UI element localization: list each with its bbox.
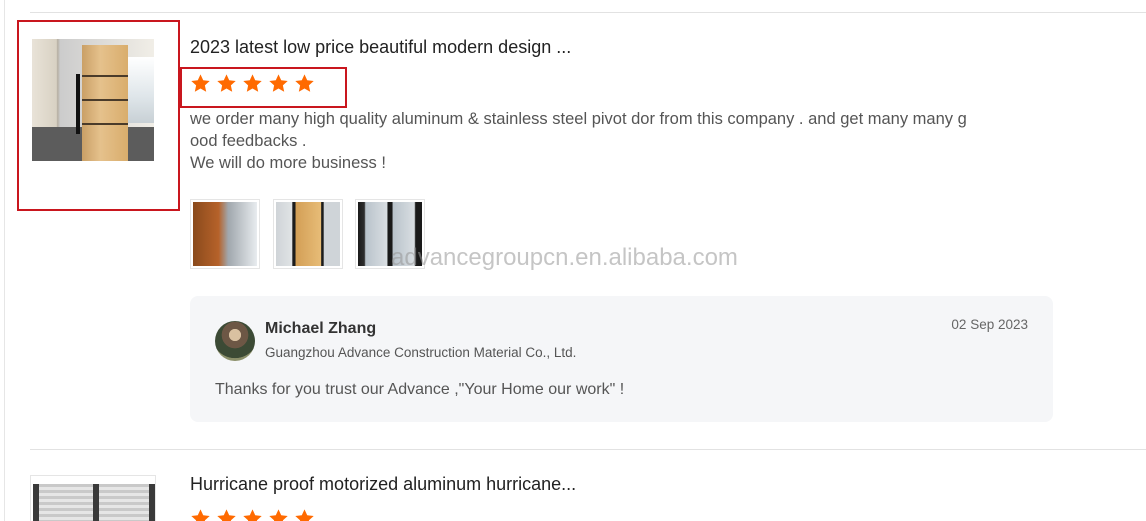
product-title[interactable]: Hurricane proof motorized aluminum hurri… — [190, 474, 576, 495]
stars-highlight-box — [180, 67, 347, 108]
star-icon — [295, 509, 314, 521]
star-icon — [243, 509, 262, 521]
review-photo[interactable] — [273, 199, 343, 269]
review-photo[interactable] — [190, 199, 260, 269]
review-line: We will do more business ! — [190, 154, 386, 172]
divider-between-reviews — [30, 449, 1146, 450]
thumbnail-highlight-box — [17, 20, 180, 211]
left-border — [4, 0, 5, 521]
reviews-page: 2023 latest low price beautiful modern d… — [0, 0, 1146, 521]
seller-company: Guangzhou Advance Construction Material … — [265, 345, 577, 360]
review-line: ood feedbacks . — [190, 132, 307, 150]
star-icon — [217, 509, 236, 521]
avatar — [215, 321, 255, 361]
rating-stars — [190, 508, 315, 521]
star-icon — [269, 509, 288, 521]
review-text: we order many high quality aluminum & st… — [190, 108, 1010, 174]
reply-text: Thanks for you trust our Advance ,"Your … — [215, 381, 625, 398]
divider-top — [30, 12, 1146, 13]
seller-name: Michael Zhang — [265, 320, 377, 337]
star-icon — [191, 509, 210, 521]
watermark: advancegroupcn.en.alibaba.com — [391, 244, 738, 271]
product-title[interactable]: 2023 latest low price beautiful modern d… — [190, 37, 571, 58]
product-thumbnail[interactable] — [30, 475, 156, 521]
review-line: we order many high quality aluminum & st… — [190, 110, 967, 128]
reply-date: 02 Sep 2023 — [951, 317, 1028, 332]
seller-reply: Michael Zhang Guangzhou Advance Construc… — [190, 296, 1053, 422]
